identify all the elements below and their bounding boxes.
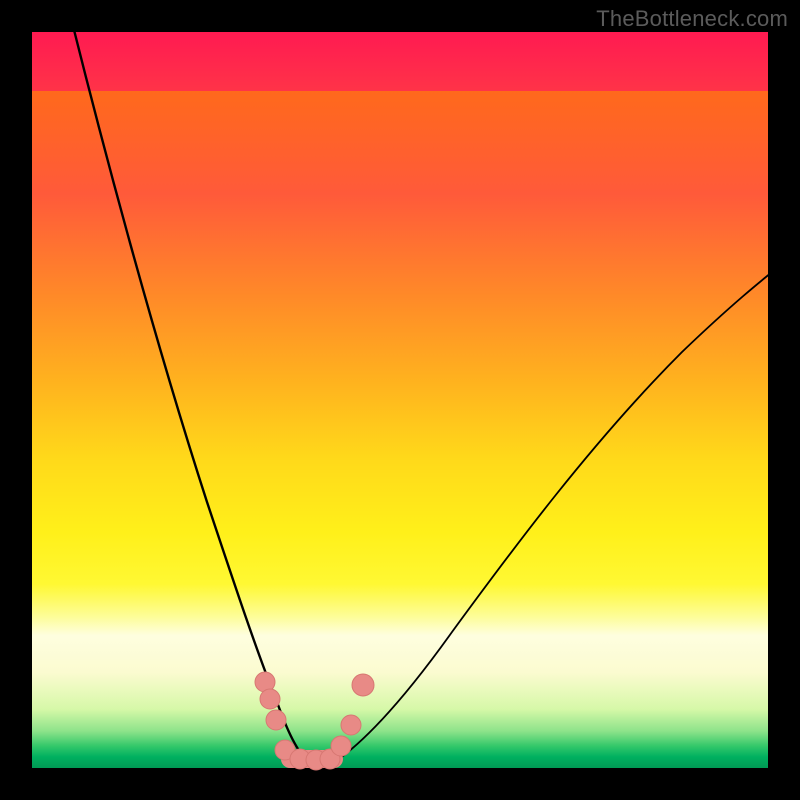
bottleneck-curve-left	[72, 22, 310, 764]
marker-dot	[331, 736, 351, 756]
plot-area	[32, 32, 768, 768]
marker-dot	[352, 674, 374, 696]
bottleneck-curve-right	[332, 264, 782, 764]
curve-layer	[32, 32, 768, 768]
marker-dot	[266, 710, 286, 730]
chart-frame: TheBottleneck.com	[0, 0, 800, 800]
watermark-text: TheBottleneck.com	[596, 6, 788, 32]
marker-dot	[260, 689, 280, 709]
marker-dot	[341, 715, 361, 735]
